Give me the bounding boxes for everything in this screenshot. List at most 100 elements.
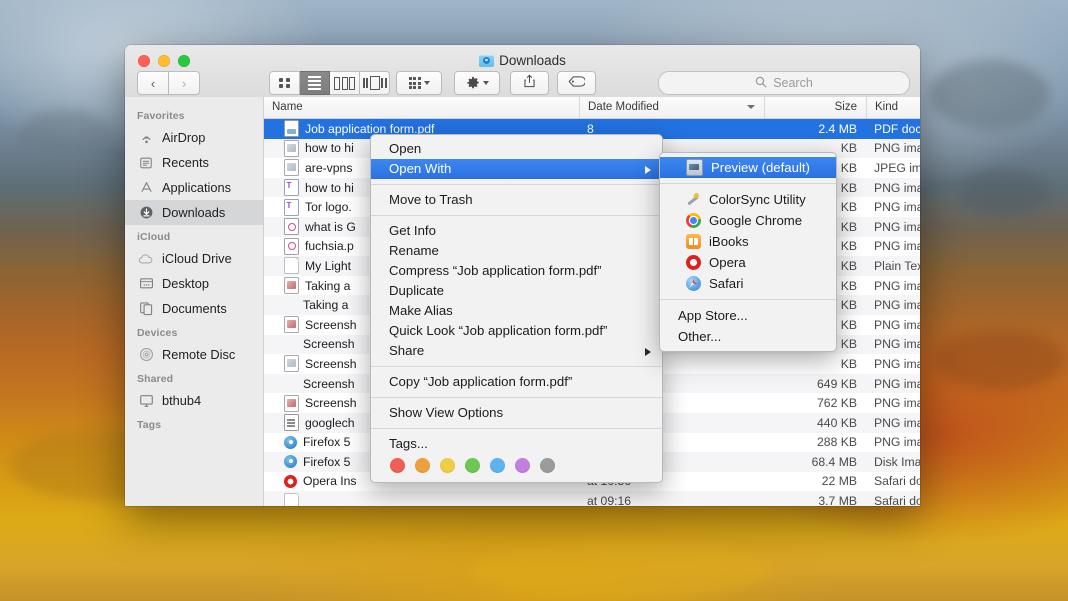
submenu-item-label: Google Chrome (709, 213, 802, 228)
cell-kind: PNG ima (866, 279, 920, 293)
cell-kind: PNG ima (866, 416, 920, 430)
submenu-item-app-store[interactable]: App Store... (660, 305, 836, 326)
column-header-date-modified[interactable]: Date Modified (579, 97, 764, 118)
menu-item-rename[interactable]: Rename (371, 241, 662, 261)
menu-item-tags[interactable]: Tags... (371, 434, 662, 454)
menu-item-open[interactable]: Open (371, 139, 662, 159)
wallpaper-detail (470, 540, 770, 600)
sidebar-item-icloud-drive[interactable]: iCloud Drive (125, 246, 263, 271)
arrange-icon (409, 77, 421, 89)
preview-app-icon (686, 159, 703, 176)
table-row[interactable]: at 09:163.7 MBSafari do (264, 491, 920, 506)
wallpaper-detail (960, 170, 1050, 216)
column-header-name[interactable]: Name (264, 97, 579, 118)
menu-item-show-view-options[interactable]: Show View Options (371, 403, 662, 423)
action-button[interactable] (454, 71, 500, 95)
tag-icon (568, 74, 585, 92)
sidebar-item-remote-disc[interactable]: Remote Disc (125, 342, 263, 367)
tag-color-swatch[interactable] (390, 458, 405, 473)
submenu-item-other[interactable]: Other... (660, 326, 836, 347)
gear-icon (466, 76, 480, 90)
file-type-icon (284, 337, 297, 352)
file-type-icon (284, 298, 297, 313)
grid-icon (279, 78, 290, 89)
file-type-icon (284, 493, 299, 506)
share-icon (523, 74, 536, 93)
sidebar-section-header: Devices (125, 321, 263, 342)
menu-item-get-info[interactable]: Get Info (371, 221, 662, 241)
file-type-icon (284, 238, 299, 255)
cell-name (264, 493, 579, 506)
navigation-buttons: ‹ › (137, 71, 200, 95)
tag-color-swatch[interactable] (415, 458, 430, 473)
submenu-item-google-chrome[interactable]: Google Chrome (660, 210, 836, 231)
gallery-view-button[interactable] (360, 71, 390, 95)
display-icon (138, 393, 154, 409)
cell-kind: PNG ima (866, 220, 920, 234)
column-header-kind[interactable]: Kind (866, 97, 920, 118)
cell-kind: PNG ima (866, 337, 920, 351)
sidebar-item-recents[interactable]: Recents (125, 150, 263, 175)
arrange-button[interactable] (396, 71, 442, 95)
file-name-label: Screensh (305, 396, 357, 410)
search-field[interactable]: Search (658, 71, 910, 95)
file-type-icon (284, 120, 299, 137)
forward-button[interactable]: › (169, 71, 200, 95)
sidebar-item-airdrop[interactable]: AirDrop (125, 125, 263, 150)
menu-item-compress[interactable]: Compress “Job application form.pdf” (371, 261, 662, 281)
menu-item-open-with[interactable]: Open With (371, 159, 662, 179)
edit-tags-button[interactable] (557, 71, 596, 95)
cloud-icon (138, 251, 154, 267)
tag-color-swatch[interactable] (440, 458, 455, 473)
tag-color-swatch[interactable] (540, 458, 555, 473)
tag-color-swatch[interactable] (465, 458, 480, 473)
view-mode-buttons (269, 71, 390, 95)
sidebar-item-bthub4[interactable]: bthub4 (125, 388, 263, 413)
sidebar-item-applications[interactable]: Applications (125, 175, 263, 200)
icon-view-button[interactable] (269, 71, 300, 95)
menu-item-quick-look[interactable]: Quick Look “Job application form.pdf” (371, 321, 662, 341)
menu-item-make-alias[interactable]: Make Alias (371, 301, 662, 321)
disc-icon (138, 347, 154, 363)
cell-kind: PNG ima (866, 141, 920, 155)
menu-item-copy[interactable]: Copy “Job application form.pdf” (371, 372, 662, 392)
submenu-item-colorsync-utility[interactable]: ColorSync Utility (660, 189, 836, 210)
file-type-icon (284, 316, 299, 333)
file-type-icon (284, 475, 297, 488)
gallery-icon (363, 76, 387, 90)
list-view-button[interactable] (300, 71, 330, 95)
submenu-item-safari[interactable]: Safari (660, 273, 836, 294)
menu-item-label: Open With (389, 161, 451, 176)
back-button[interactable]: ‹ (137, 71, 169, 95)
submenu-item-opera[interactable]: Opera (660, 252, 836, 273)
cell-size: 440 KB (764, 416, 866, 430)
menu-item-duplicate[interactable]: Duplicate (371, 281, 662, 301)
submenu-item-label: Opera (709, 255, 746, 270)
column-view-button[interactable] (330, 71, 360, 95)
menu-item-share[interactable]: Share (371, 341, 662, 361)
submenu-item-label: Safari (709, 276, 743, 291)
file-type-icon (284, 395, 299, 412)
column-header-size[interactable]: Size (764, 97, 866, 118)
share-button[interactable] (510, 71, 549, 95)
ibooks-app-icon (686, 234, 701, 249)
submenu-item-label: iBooks (709, 234, 749, 249)
search-icon (755, 76, 767, 91)
cell-kind: PNG ima (866, 181, 920, 195)
submenu-arrow-icon (645, 166, 651, 174)
sidebar-item-documents[interactable]: Documents (125, 296, 263, 321)
submenu-item-preview[interactable]: Preview (default) (660, 157, 836, 178)
search-placeholder: Search (773, 76, 813, 90)
submenu-item-ibooks[interactable]: iBooks (660, 231, 836, 252)
file-name-label: are-vpns (305, 161, 352, 175)
sidebar-item-label: Applications (162, 180, 231, 195)
file-type-icon (284, 140, 299, 157)
sidebar-item-downloads[interactable]: Downloads (125, 200, 263, 225)
sidebar-item-label: Downloads (162, 205, 225, 220)
file-type-icon (284, 455, 297, 468)
sidebar-item-desktop[interactable]: Desktop (125, 271, 263, 296)
menu-item-move-to-trash[interactable]: Move to Trash (371, 190, 662, 210)
file-type-icon (284, 179, 299, 196)
tag-color-swatch[interactable] (515, 458, 530, 473)
tag-color-swatch[interactable] (490, 458, 505, 473)
